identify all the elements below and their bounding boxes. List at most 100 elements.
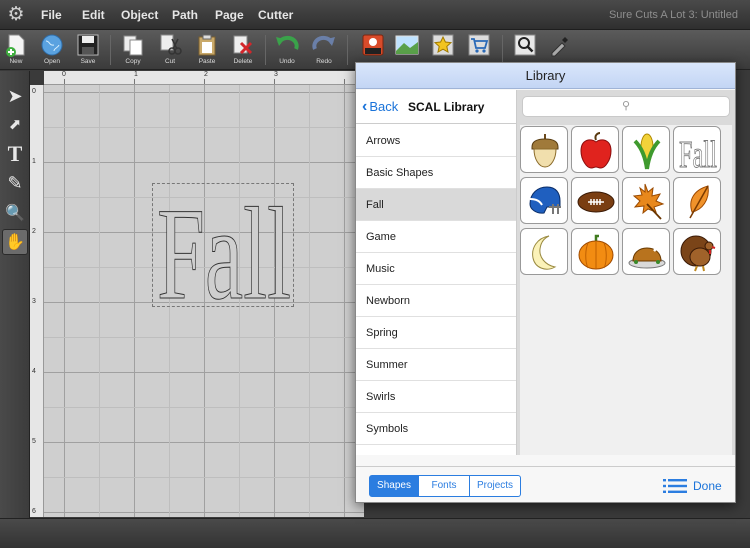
done-button[interactable]: Done xyxy=(693,479,722,493)
undo-label: Undo xyxy=(279,58,295,65)
shape-acorn[interactable] xyxy=(520,126,568,173)
category-fall[interactable]: Fall xyxy=(356,189,516,221)
library-name: SCAL Library xyxy=(408,100,485,114)
scissors-icon xyxy=(160,34,182,55)
ruler-label: 4 xyxy=(32,368,36,375)
shape-pumpkin[interactable] xyxy=(571,228,619,275)
menu-cutter[interactable]: Cutter xyxy=(258,8,293,22)
landscape-image-icon xyxy=(395,35,419,55)
tab-fonts[interactable]: Fonts xyxy=(419,475,470,497)
category-swirls[interactable]: Swirls xyxy=(356,381,516,413)
category-game[interactable]: Game xyxy=(356,221,516,253)
grid-line xyxy=(44,372,364,373)
shape-roast-turkey[interactable] xyxy=(622,228,670,275)
fall-text-icon: Fall xyxy=(679,134,718,171)
tab-shapes[interactable]: Shapes xyxy=(369,475,419,497)
grid-line xyxy=(44,92,364,93)
list-view-icon[interactable] xyxy=(663,478,687,494)
shape-leaf[interactable] xyxy=(673,177,721,224)
status-bar xyxy=(0,518,750,548)
save-button[interactable]: Save xyxy=(73,32,103,68)
open-button[interactable]: Open xyxy=(37,32,67,68)
redo-button[interactable]: Redo xyxy=(309,32,339,68)
cut-button[interactable]: Cut xyxy=(155,32,185,68)
menu-object[interactable]: Object xyxy=(121,8,158,22)
menu-page[interactable]: Page xyxy=(215,8,244,22)
grid-line xyxy=(64,85,65,517)
category-symbols[interactable]: Symbols xyxy=(356,413,516,445)
delete-label: Delete xyxy=(233,58,253,65)
ruler-label: 2 xyxy=(204,71,208,78)
design-canvas[interactable]: Fall xyxy=(44,85,364,517)
fall-text-object[interactable]: Fall xyxy=(152,183,294,308)
copy-button[interactable]: Copy xyxy=(118,32,148,68)
crescent-moon-icon xyxy=(532,235,557,270)
shape-turkey[interactable] xyxy=(673,228,721,275)
shape-corn[interactable] xyxy=(622,126,670,173)
grid-line xyxy=(344,85,345,517)
pumpkin-icon xyxy=(578,234,614,270)
paste-button[interactable]: Paste xyxy=(192,32,222,68)
category-music[interactable]: Music xyxy=(356,253,516,285)
grid-line-minor xyxy=(44,407,364,408)
search-input[interactable]: ⚲ xyxy=(522,96,730,117)
ruler-label: 3 xyxy=(274,71,278,78)
ruler-label: 0 xyxy=(32,88,36,95)
toolbar-separator xyxy=(502,35,503,65)
grid-line xyxy=(44,512,364,513)
shape-maple-leaf[interactable] xyxy=(622,177,670,224)
grid-line xyxy=(44,442,364,443)
hand-pan-icon[interactable]: ✋ xyxy=(2,229,28,255)
shape-fall-text[interactable]: Fall xyxy=(673,126,721,173)
maple-leaf-icon xyxy=(632,183,665,220)
category-arrows[interactable]: Arrows xyxy=(356,125,516,157)
gear-icon[interactable]: ⚙ xyxy=(6,5,26,25)
category-spring[interactable]: Spring xyxy=(356,317,516,349)
apple-icon xyxy=(580,132,612,169)
zoom-tool-icon[interactable]: 🔍 xyxy=(2,201,28,227)
leaf-icon xyxy=(689,185,709,219)
undo-button[interactable]: Undo xyxy=(272,32,302,68)
delete-x-icon xyxy=(233,35,253,55)
new-document-icon xyxy=(6,34,25,57)
category-summer[interactable]: Summer xyxy=(356,349,516,381)
cut-label: Cut xyxy=(164,58,176,65)
right-panel-edge xyxy=(735,71,750,518)
window-title: Sure Cuts A Lot 3: Untitled xyxy=(608,9,738,21)
library-footer: Shapes Fonts Projects Done xyxy=(356,466,735,502)
shape-football-helmet[interactable] xyxy=(520,177,568,224)
delete-button[interactable]: Delete xyxy=(228,32,258,68)
new-button[interactable]: New xyxy=(1,32,31,68)
tab-projects[interactable]: Projects xyxy=(470,475,521,497)
shape-football[interactable] xyxy=(571,177,619,224)
select-arrow-icon[interactable]: ➤ xyxy=(2,83,28,109)
node-edit-icon[interactable]: ⬈ xyxy=(2,112,28,138)
category-basic-shapes[interactable]: Basic Shapes xyxy=(356,157,516,189)
menu-bar: ⚙ File Edit Object Path Page Cutter Sure… xyxy=(0,0,750,30)
text-tool-icon[interactable]: T xyxy=(2,141,28,167)
app-window: ⚙ File Edit Object Path Page Cutter Sure… xyxy=(0,0,750,548)
library-title: Library xyxy=(356,63,735,89)
toolbar-separator xyxy=(110,35,111,65)
shapes-grid: Fall xyxy=(520,125,732,455)
new-label: New xyxy=(9,58,23,65)
copy-icon xyxy=(123,35,143,56)
grid-line-minor xyxy=(44,477,364,478)
shape-apple[interactable] xyxy=(571,126,619,173)
back-button[interactable]: ‹ Back xyxy=(362,98,398,116)
menu-file[interactable]: File xyxy=(41,8,62,22)
globe-icon xyxy=(41,34,63,56)
shape-browser: ⚲ Fall xyxy=(517,90,735,455)
ruler-label: 3 xyxy=(32,298,36,305)
ruler-label: 1 xyxy=(134,71,138,78)
star-icon xyxy=(432,34,454,56)
pen-tool-icon[interactable]: ✎ xyxy=(2,170,28,196)
menu-edit[interactable]: Edit xyxy=(82,8,105,22)
floppy-disk-icon xyxy=(77,34,99,56)
menu-path[interactable]: Path xyxy=(172,8,198,22)
copy-label: Copy xyxy=(125,58,141,65)
shape-crescent-moon[interactable] xyxy=(520,228,568,275)
ruler-label: 2 xyxy=(32,228,36,235)
tool-palette: ➤ ⬈ T ✎ 🔍 ✋ xyxy=(0,71,30,518)
category-newborn[interactable]: Newborn xyxy=(356,285,516,317)
